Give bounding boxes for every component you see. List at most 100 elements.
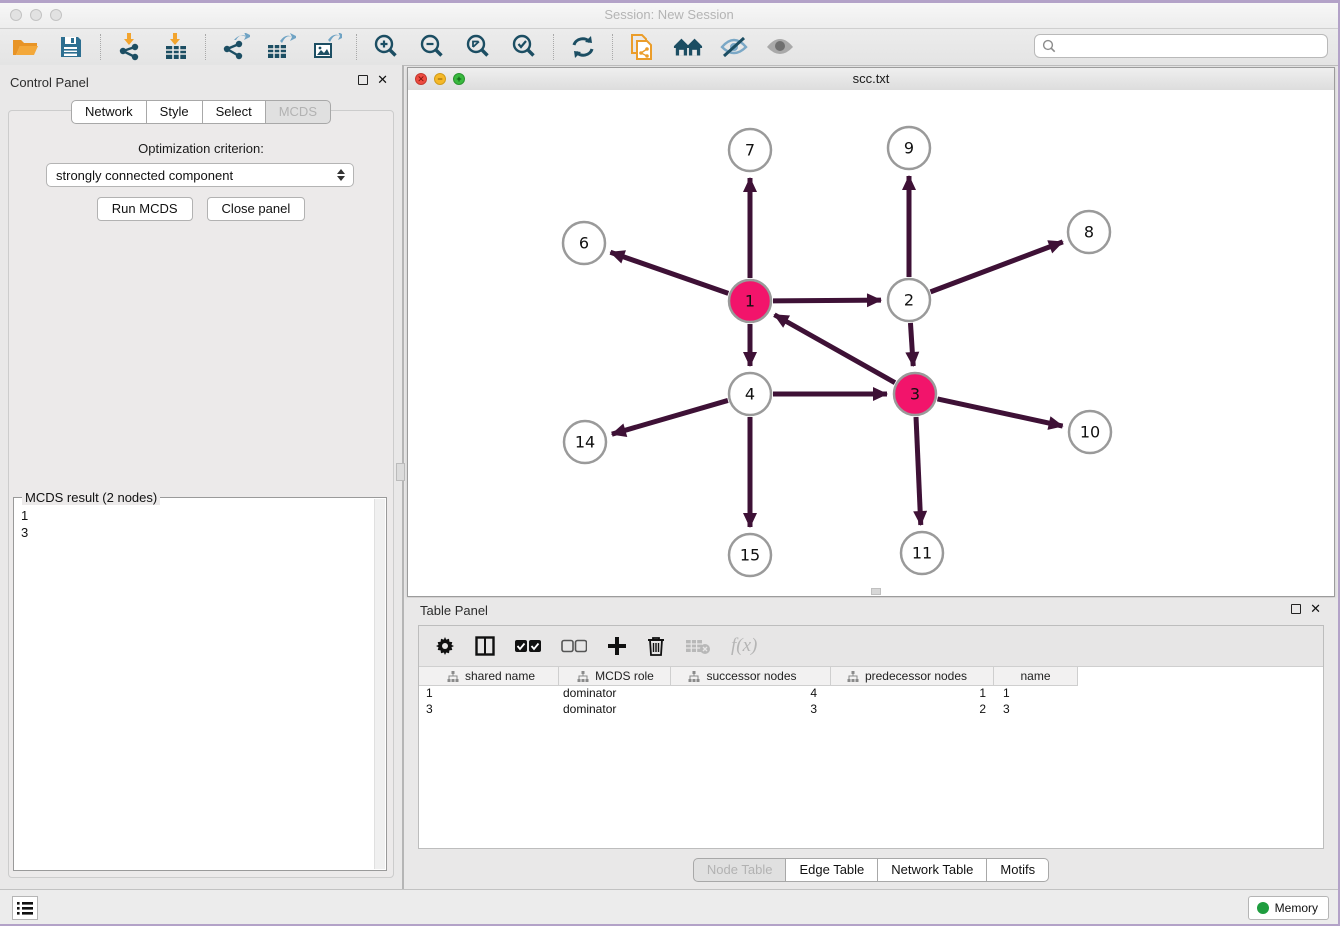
column-label: predecessor nodes bbox=[865, 669, 967, 683]
delete-table-icon[interactable] bbox=[685, 634, 711, 658]
graph-node-label: 2 bbox=[904, 291, 914, 310]
tab-style[interactable]: Style bbox=[147, 100, 203, 124]
graph-node-label: 14 bbox=[575, 433, 595, 452]
cell-name[interactable]: 3 bbox=[994, 702, 1078, 718]
column-header-shared-name[interactable]: shared name bbox=[419, 667, 559, 686]
first-neighbors-houses-icon[interactable] bbox=[673, 33, 703, 61]
cell-mcds-role[interactable]: dominator bbox=[559, 686, 671, 702]
graph-edge-1-6[interactable] bbox=[610, 252, 728, 293]
table-panel: Table Panel ✕ bbox=[407, 598, 1335, 890]
memory-label: Memory bbox=[1275, 901, 1318, 915]
save-session-icon[interactable] bbox=[56, 33, 86, 61]
graph-edge-3-1[interactable] bbox=[774, 315, 895, 383]
tab-node-table[interactable]: Node Table bbox=[693, 858, 787, 882]
search-input[interactable] bbox=[1060, 37, 1327, 55]
main-toolbar bbox=[0, 29, 1338, 66]
graph-node-label: 6 bbox=[579, 234, 589, 253]
column-header-predecessor-nodes[interactable]: predecessor nodes bbox=[831, 667, 994, 686]
graph-node-label: 7 bbox=[745, 141, 755, 160]
column-header-name[interactable]: name bbox=[994, 667, 1078, 686]
zoom-fit-icon[interactable] bbox=[463, 33, 493, 61]
graph-node-label: 9 bbox=[904, 139, 914, 158]
network-graph-svg: 7968124314101511 bbox=[408, 90, 1334, 595]
new-network-from-selection-icon[interactable] bbox=[627, 33, 657, 61]
graph-node-label: 4 bbox=[745, 385, 755, 404]
task-history-button[interactable] bbox=[12, 896, 38, 920]
deselect-all-icon[interactable] bbox=[561, 634, 587, 658]
float-panel-icon[interactable] bbox=[358, 75, 368, 85]
import-table-icon[interactable] bbox=[161, 33, 191, 61]
graph-node-label: 11 bbox=[912, 544, 932, 563]
table-toolbar: f(x) bbox=[419, 626, 1323, 667]
network-resize-handle[interactable] bbox=[871, 588, 881, 595]
close-panel-icon[interactable]: ✕ bbox=[377, 75, 388, 85]
float-table-panel-icon[interactable] bbox=[1291, 604, 1301, 614]
cell-successor-nodes[interactable]: 3 bbox=[671, 702, 831, 718]
close-table-panel-icon[interactable]: ✕ bbox=[1310, 604, 1321, 614]
column-label: MCDS role bbox=[595, 669, 654, 683]
graph-node-label: 1 bbox=[745, 292, 755, 311]
export-image-icon[interactable] bbox=[312, 33, 342, 61]
close-panel-button[interactable]: Close panel bbox=[207, 197, 306, 221]
tab-network-table[interactable]: Network Table bbox=[878, 858, 987, 882]
column-label: shared name bbox=[465, 669, 535, 683]
graph-node-label: 8 bbox=[1084, 223, 1094, 242]
zoom-selected-icon[interactable] bbox=[509, 33, 539, 61]
network-window-titlebar[interactable]: ✕ − + scc.txt bbox=[408, 68, 1334, 91]
table-settings-gear-icon[interactable] bbox=[435, 634, 455, 658]
search-icon bbox=[1042, 39, 1056, 53]
tab-mcds[interactable]: MCDS bbox=[266, 100, 331, 124]
cell-name[interactable]: 1 bbox=[994, 686, 1078, 702]
mcds-panel: Optimization criterion: strongly connect… bbox=[8, 110, 394, 878]
cell-mcds-role[interactable]: dominator bbox=[559, 702, 671, 718]
dropdown-stepper-icon bbox=[333, 169, 349, 181]
run-mcds-button[interactable]: Run MCDS bbox=[97, 197, 193, 221]
import-network-icon[interactable] bbox=[115, 33, 145, 61]
optimization-criterion-label: Optimization criterion: bbox=[9, 141, 393, 156]
export-network-icon[interactable] bbox=[220, 33, 250, 61]
show-all-eye-icon[interactable] bbox=[765, 33, 795, 61]
result-scrollbar[interactable] bbox=[374, 499, 385, 869]
cell-successor-nodes[interactable]: 4 bbox=[671, 686, 831, 702]
memory-button[interactable]: Memory bbox=[1248, 896, 1329, 920]
graph-edge-2-8[interactable] bbox=[931, 242, 1063, 292]
add-column-plus-icon[interactable] bbox=[607, 634, 627, 658]
network-view-window: ✕ − + scc.txt 7968124314101511 bbox=[407, 67, 1335, 597]
hierarchy-icon bbox=[847, 671, 859, 682]
table-row[interactable]: 1 dominator 4 1 1 bbox=[419, 686, 1323, 702]
cell-shared-name[interactable]: 1 bbox=[419, 686, 559, 702]
tab-motifs[interactable]: Motifs bbox=[987, 858, 1049, 882]
graph-edge-4-14[interactable] bbox=[612, 400, 728, 434]
zoom-in-icon[interactable] bbox=[371, 33, 401, 61]
column-header-successor-nodes[interactable]: successor nodes bbox=[671, 667, 831, 686]
export-table-icon[interactable] bbox=[266, 33, 296, 61]
splitter-handle[interactable] bbox=[396, 463, 405, 481]
hide-selected-eye-slash-icon[interactable] bbox=[719, 33, 749, 61]
open-session-icon[interactable] bbox=[10, 33, 40, 61]
mcds-result-title: MCDS result (2 nodes) bbox=[22, 490, 160, 505]
select-all-icon[interactable] bbox=[515, 634, 541, 658]
column-label: successor nodes bbox=[706, 669, 796, 683]
graph-edge-2-3[interactable] bbox=[910, 323, 913, 366]
tab-network[interactable]: Network bbox=[71, 100, 147, 124]
tab-edge-table[interactable]: Edge Table bbox=[786, 858, 878, 882]
delete-trash-icon[interactable] bbox=[647, 634, 665, 658]
function-builder-icon[interactable]: f(x) bbox=[731, 634, 757, 658]
tab-select[interactable]: Select bbox=[203, 100, 266, 124]
cell-shared-name[interactable]: 3 bbox=[419, 702, 559, 718]
criterion-dropdown[interactable]: strongly connected component bbox=[46, 163, 354, 187]
cell-predecessor-nodes[interactable]: 1 bbox=[831, 686, 994, 702]
window-title: Session: New Session bbox=[0, 7, 1338, 22]
network-canvas[interactable]: 7968124314101511 bbox=[408, 90, 1334, 596]
mcds-result-box: MCDS result (2 nodes) 1 3 bbox=[13, 497, 387, 871]
column-header-mcds-role[interactable]: MCDS role bbox=[559, 667, 671, 686]
zoom-out-icon[interactable] bbox=[417, 33, 447, 61]
refresh-icon[interactable] bbox=[568, 33, 598, 61]
graph-edge-3-10[interactable] bbox=[937, 399, 1062, 426]
cell-predecessor-nodes[interactable]: 2 bbox=[831, 702, 994, 718]
graph-edge-3-11[interactable] bbox=[916, 417, 921, 525]
search-box[interactable] bbox=[1034, 34, 1328, 58]
table-row[interactable]: 3 dominator 3 2 3 bbox=[419, 702, 1323, 718]
graph-edge-1-2[interactable] bbox=[773, 300, 881, 301]
column-view-icon[interactable] bbox=[475, 634, 495, 658]
